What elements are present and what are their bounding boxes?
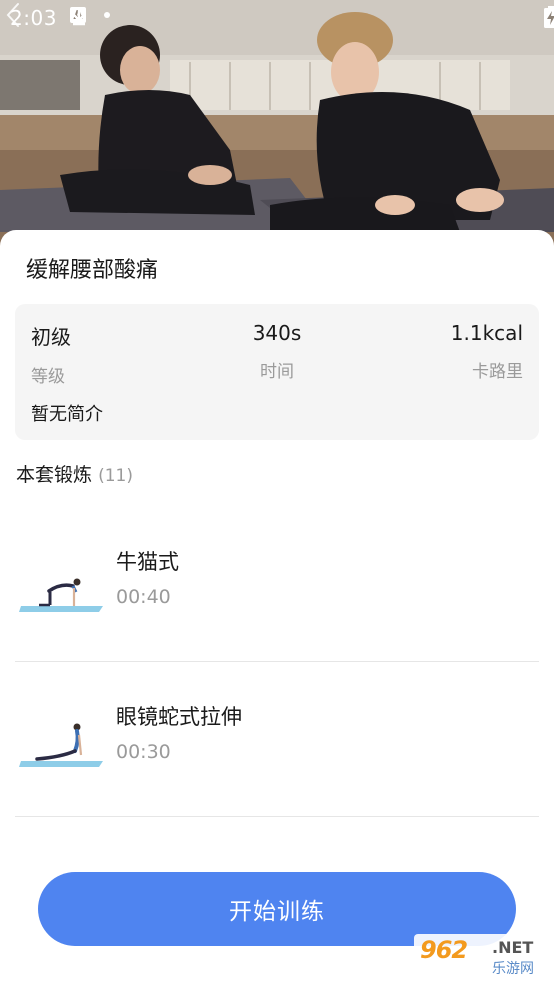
cat-cow-pose-icon xyxy=(19,578,103,612)
download-icon xyxy=(73,8,85,26)
hero-image: 2:03 A xyxy=(0,0,554,250)
workout-detail-sheet: 缓解腰部酸痛 初级 等级 340s 时间 1.1kcal 卡路里 暂无简介 本套… xyxy=(0,230,554,984)
exercise-name: 牛猫式 xyxy=(116,550,179,574)
exercise-item[interactable]: 眼镜蛇式拉伸 00:30 xyxy=(15,661,539,817)
stat-calories-label: 卡路里 xyxy=(472,362,523,382)
watermark-logo: 962 xyxy=(420,936,468,964)
dot-icon xyxy=(104,12,110,18)
exercises-count: (11) xyxy=(98,466,133,486)
stat-calories-value: 1.1kcal xyxy=(450,321,523,345)
status-notifications: A xyxy=(70,7,110,26)
stat-calories: 1.1kcal 卡路里 xyxy=(451,321,523,382)
cobra-stretch-pose-icon xyxy=(19,723,103,767)
exercises-section-label: 本套锻炼 xyxy=(16,464,93,486)
workout-info-card: 初级 等级 340s 时间 1.1kcal 卡路里 暂无简介 xyxy=(15,304,539,440)
workout-title: 缓解腰部酸痛 xyxy=(26,258,159,283)
watermark-sub: 乐游网 xyxy=(492,961,534,977)
battery-charging-icon xyxy=(544,6,554,28)
exercise-item[interactable]: 牛猫式 00:40 xyxy=(15,506,539,662)
site-watermark: 962 .NET 乐游网 xyxy=(414,934,550,980)
exercise-name: 眼镜蛇式拉伸 xyxy=(116,705,242,729)
back-arrow-icon[interactable] xyxy=(0,0,30,30)
exercises-section-title: 本套锻炼 (11) xyxy=(16,460,133,487)
watermark-net: .NET xyxy=(492,938,534,957)
hero-photo xyxy=(0,0,554,250)
exercise-duration: 00:40 xyxy=(116,586,171,608)
status-bar: 2:03 A xyxy=(0,0,554,36)
exercise-duration: 00:30 xyxy=(116,741,171,763)
workout-intro: 暂无简介 xyxy=(31,404,103,425)
